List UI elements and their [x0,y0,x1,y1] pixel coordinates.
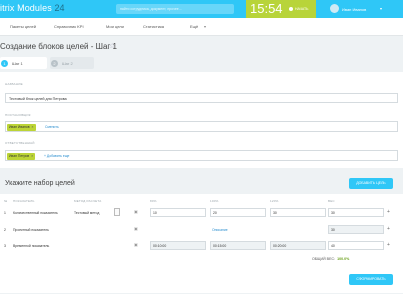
total-weight-value: 100.0% [337,257,350,261]
plus-icon[interactable]: + [387,209,390,215]
person-name: Иван Петров [9,154,30,158]
goal-name[interactable]: Проектный показатель [13,228,49,232]
nav-item-kpi-directory[interactable]: Справочник KPI [54,24,84,29]
change-setter-link[interactable]: Сменить [45,125,59,129]
nav-item-statistics[interactable]: Статистика [143,24,164,29]
value-80-input[interactable]: 10 [150,208,206,217]
person-tag: Иван Петров × [7,152,36,160]
start-workday-button[interactable]: НАЧАТЬ [295,7,308,11]
column-header: ПОКАЗАТЕЛЬ [13,199,35,203]
logo-text: itrix Modules [0,3,52,13]
play-icon [289,7,293,11]
value-120-input[interactable]: 00:20:00 [270,241,326,250]
value-100-input[interactable]: 20 [210,208,266,217]
chevron-down-icon[interactable]: ▾ [380,6,382,11]
goals-table: № ПОКАЗАТЕЛЬ МЕТОД РАСЧЕТА 80% 100% 120%… [0,194,403,293]
top-bar: itrix Modules 24 найти сотрудника, докум… [0,0,403,18]
responsible-field[interactable]: Иван Петров × + Добавить еще [5,150,398,161]
nav-item-goal-packages[interactable]: Пакеты целей [10,24,36,29]
weight-input[interactable]: 30 [328,208,384,217]
nav-item-more[interactable]: Ещё [190,24,198,29]
row-number: 2 [4,228,6,232]
main-nav: Пакеты целей Справочник KPI Мои цели Ста… [0,18,403,36]
search-input[interactable]: найти сотрудника, документ, прочее... [116,4,234,14]
person-tag: Иван Иванов × [7,123,36,131]
document-icon[interactable] [114,208,120,216]
responsible-label: ОТВЕТСТВЕННЫЙ [5,141,35,145]
column-header: 100% [210,199,219,203]
section-title: Укажите набор целей [5,180,75,187]
step-label: Шаг 1 [12,61,23,66]
total-weight-label: ОБЩИЙ ВЕС: [312,257,336,261]
generate-button[interactable]: СФОРМИРОВАТЬ [349,274,393,285]
value-100-input[interactable]: 00:15:00 [210,241,266,250]
nav-item-my-goals[interactable]: Мои цели [106,24,124,29]
time-tracker[interactable]: 15:54 НАЧАТЬ [246,0,316,18]
calendar-icon[interactable]: ▣ [134,209,138,214]
column-header: ВЕС [328,199,335,203]
close-icon[interactable]: × [32,125,34,129]
step-number: 1 [1,59,8,67]
row-number: 3 [4,244,6,248]
plus-icon[interactable]: + [387,226,390,232]
value-120-input[interactable]: 30 [270,208,326,217]
description-link[interactable]: Описание [212,228,228,232]
value-80-input[interactable]: 00:10:00 [150,241,206,250]
goal-name[interactable]: Количественный показатель [13,211,58,215]
close-icon[interactable]: × [31,154,33,158]
form-card: НАЗВАНИЕ Тестовый блок целей для Петрова… [0,72,403,168]
step-number: 2 [51,59,58,67]
avatar[interactable] [330,4,339,13]
star-icon[interactable]: ☆ [109,42,115,50]
weight-input[interactable]: 30 [328,225,384,234]
calendar-icon[interactable]: ▣ [134,242,138,247]
column-header: № [4,199,8,203]
goal-method: Тестовый метод [74,211,100,215]
calendar-icon[interactable]: ▣ [134,226,138,231]
table-row: 3 Временной показатель ▣ 00:10:00 00:15:… [0,241,403,255]
plus-icon[interactable]: + [387,242,390,248]
setter-field[interactable]: Иван Иванов × Сменить [5,121,398,132]
column-header: 80% [150,199,157,203]
logo-number: 24 [54,3,65,13]
column-header: 120% [270,199,279,203]
table-row: 1 Количественный показатель Тестовый мет… [0,208,403,222]
add-responsible-link[interactable]: + Добавить еще [44,154,69,158]
person-name: Иван Иванов [9,125,30,129]
column-header: МЕТОД РАСЧЕТА [74,199,102,203]
step-label: Шаг 2 [62,61,73,66]
add-goal-button[interactable]: ДОБАВИТЬ ЦЕЛЬ [349,178,393,189]
goal-name[interactable]: Временной показатель [13,244,49,248]
step-2-tab[interactable]: 2 Шаг 2 [50,57,94,69]
logo[interactable]: itrix Modules 24 [0,3,65,13]
table-row: 2 Проектный показатель ▣ Описание 30 + [0,225,403,239]
name-label: НАЗВАНИЕ [5,82,23,86]
row-number: 1 [4,211,6,215]
weight-input[interactable]: 40 [328,241,384,250]
chevron-down-icon[interactable]: ▾ [204,24,206,29]
user-name[interactable]: Иван Иванов [342,7,366,12]
name-input[interactable]: Тестовый блок целей для Петрова [5,93,398,103]
setter-label: ПОСТАНОВЩИК [5,113,31,117]
page-title: Создание блоков целей - Шаг 1 [0,42,117,51]
clock: 15:54 [250,1,283,16]
total-weight: ОБЩИЙ ВЕС: 100.0% [312,257,349,261]
step-1-tab[interactable]: 1 Шаг 1 [0,57,47,69]
